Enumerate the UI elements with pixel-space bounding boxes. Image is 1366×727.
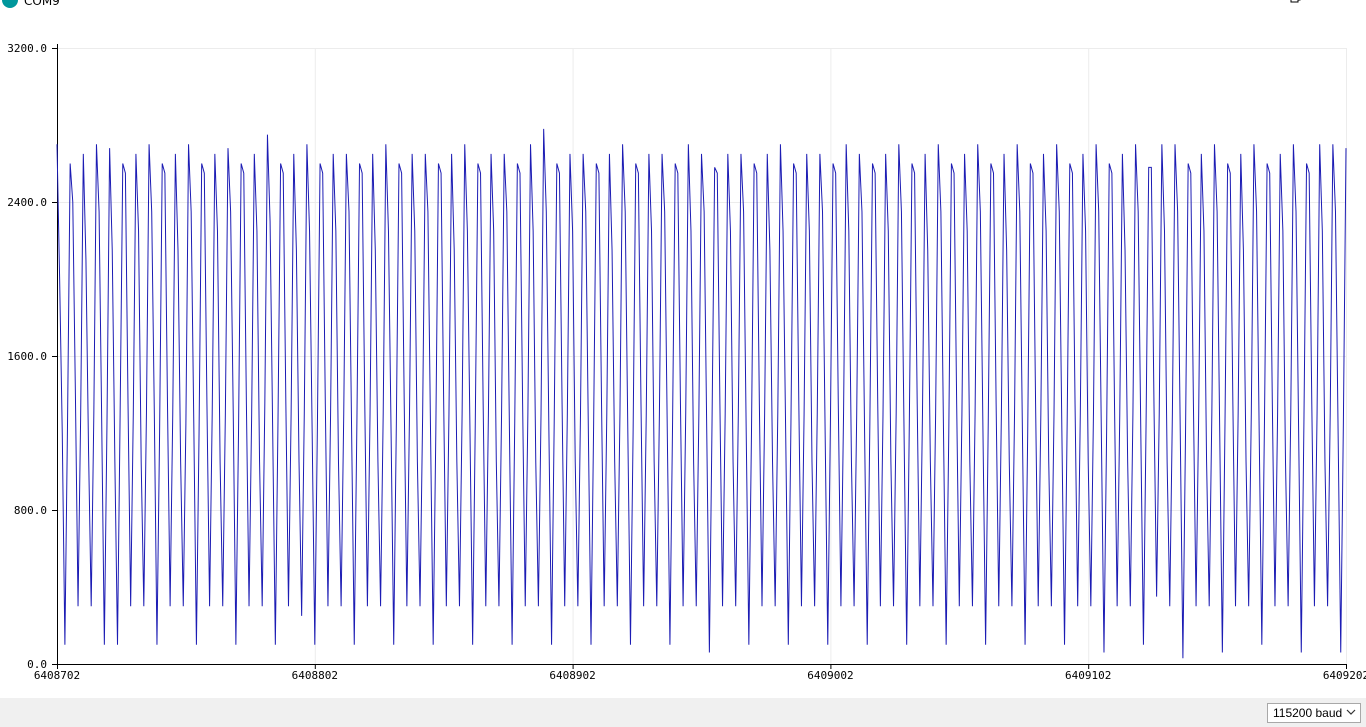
close-icon [1332,0,1352,8]
chevron-down-icon [1346,709,1356,715]
close-button[interactable] [1332,0,1352,8]
serial-plotter-chart: 0.0 800.0 1600.0 2400.0 3200.0 6408702 6408802… [0,8,1366,698]
restore-icon [1290,0,1301,3]
y-tick-label: 2400.0 [7,196,47,209]
x-tick-label: 6409202 [1323,669,1366,682]
chart-svg: 0.0800.01600.02400.03200.06408702 6408802… [7,42,1366,682]
x-tick-label: 6409102 [1065,669,1111,682]
series-line [56,128,1347,659]
x-tick-label: 6408802 [292,669,338,682]
restore-button[interactable] [1285,0,1305,8]
baud-rate-select[interactable]: 115200 baud [1267,703,1361,723]
x-tick-label: 6408902 [549,669,595,682]
x-tick-label: 6409002 [807,669,853,682]
y-tick-label: 1600.0 [7,350,47,363]
title-bar: COM9 [0,0,1366,8]
arduino-logo-icon [2,0,18,8]
baud-rate-value: 115200 baud [1273,706,1343,720]
x-tick-label: 6408702 [34,669,80,682]
window-title: COM9 [24,0,60,8]
y-tick-label: 3200.0 [7,42,47,55]
y-tick-label: 800.0 [14,504,47,517]
status-bar: 115200 baud [0,698,1366,727]
